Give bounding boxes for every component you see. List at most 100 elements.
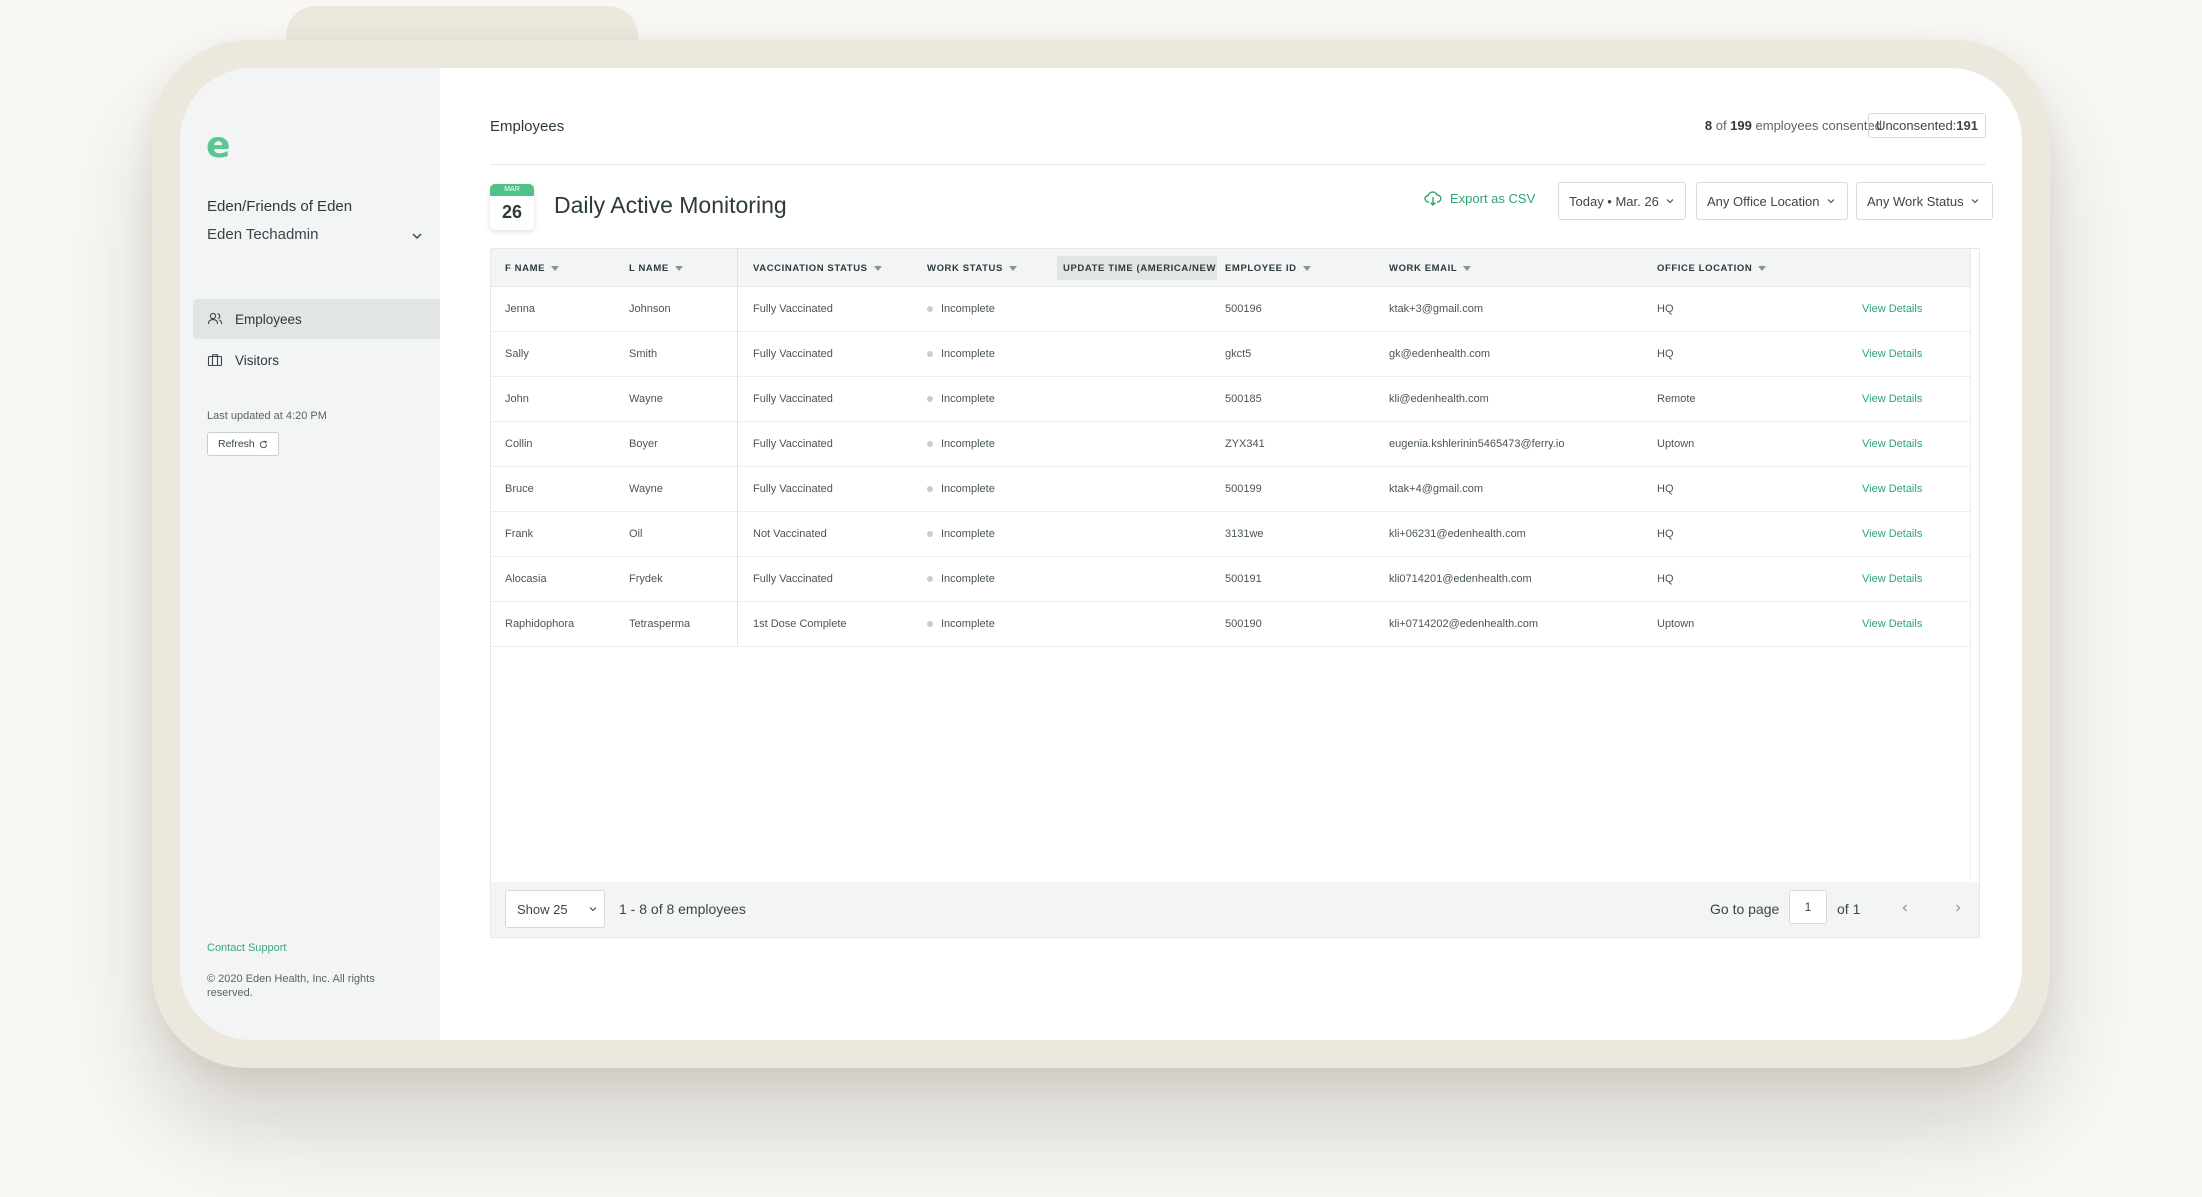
table-row[interactable]: Sally Smith Fully Vaccinated Incomplete gkct… [491, 332, 1971, 377]
status-dot-icon [927, 396, 933, 402]
table-row[interactable]: Frank Oil Not Vaccinated Incomplete 3131we kl… [491, 512, 1971, 557]
work-status-dropdown[interactable]: Any Work Status [1856, 182, 1993, 220]
cell-last-name-text: Smith [629, 348, 658, 360]
column-header-vaccination-status[interactable]: Vaccination Status [753, 249, 882, 287]
cell-employee-id: gkct5 [1225, 332, 1251, 376]
column-header-first-name[interactable]: F Name [505, 249, 560, 287]
cell-vaccination-status: Fully Vaccinated [753, 332, 833, 376]
cell-first-name: Jenna [505, 287, 535, 331]
cell-employee-id: 500199 [1225, 467, 1262, 511]
view-details-link[interactable]: View Details [1862, 332, 1922, 376]
table-row[interactable]: Raphidophora Tetrasperma 1st Dose Complete… [491, 602, 1971, 647]
table-row[interactable]: Bruce Wayne Fully Vaccinated Incomplete 5001… [491, 467, 1971, 512]
briefcase-icon [207, 354, 223, 367]
export-label: Export as CSV [1450, 190, 1536, 206]
cell-work-email-text: kli0714201@edenhealth.com [1389, 573, 1532, 585]
view-details-link[interactable]: View Details [1862, 377, 1922, 421]
cell-work-status: Incomplete [927, 467, 995, 511]
cell-office-location-text: Uptown [1657, 438, 1695, 450]
unconsented-label: Unconsented: [1876, 118, 1957, 133]
view-details-link[interactable]: View Details [1862, 512, 1922, 556]
cell-work-email-text: kli@edenhealth.com [1389, 393, 1489, 405]
cell-work-status-text: Incomplete [941, 573, 995, 585]
eden-logo[interactable]: e [206, 128, 230, 164]
cell-office-location: Remote [1657, 377, 1696, 421]
office-location-value: Any Office Location [1707, 193, 1820, 209]
cell-work-status: Incomplete [927, 377, 995, 421]
view-details-link[interactable]: View Details [1862, 557, 1922, 601]
cell-work-email: kli+06231@edenhealth.com [1389, 512, 1526, 556]
cell-office-location: Uptown [1657, 422, 1694, 466]
cell-last-name-text: Frydek [629, 573, 663, 585]
consented-suffix: employees consented [1755, 118, 1882, 133]
table-row[interactable]: John Wayne Fully Vaccinated Incomplete 50018… [491, 377, 1971, 422]
copyright-text: © 2020 Eden Health, Inc. All rights rese… [207, 973, 375, 999]
cell-office-location: HQ [1657, 512, 1674, 556]
cell-employee-id: 500191 [1225, 557, 1262, 601]
table-row[interactable]: Collin Boyer Fully Vaccinated Incomplete ZYX… [491, 422, 1971, 467]
view-details-link-text: View Details [1862, 573, 1923, 585]
sort-caret-icon [873, 265, 882, 271]
page-size-select[interactable]: Show 25 [505, 890, 605, 928]
cell-work-email: ktak+3@gmail.com [1389, 287, 1483, 331]
cell-last-name: Wayne [629, 467, 663, 511]
cell-work-status: Incomplete [927, 422, 995, 466]
results-range: 1 - 8 of 8 employees [619, 901, 746, 917]
next-page-button[interactable] [1948, 898, 1968, 918]
contact-support-link[interactable]: Contact Support [207, 942, 287, 954]
column-header-office-location[interactable]: Office Location [1657, 249, 1767, 287]
cell-work-email-text: gk@edenhealth.com [1389, 348, 1491, 360]
cell-last-name-text: Boyer [629, 438, 658, 450]
sidebar-item-visitors[interactable]: Visitors [193, 340, 440, 380]
cell-first-name-text: John [505, 393, 529, 405]
cell-vaccination-status: Fully Vaccinated [753, 377, 833, 421]
previous-page-button[interactable] [1895, 898, 1915, 918]
cell-vaccination-status-text: Not Vaccinated [753, 528, 827, 540]
view-details-link[interactable]: View Details [1862, 602, 1922, 646]
unconsented-value: 191 [1956, 118, 1978, 133]
cell-first-name-text: Sally [505, 348, 529, 360]
cell-first-name-text: Bruce [505, 483, 534, 495]
calendar-day: 26 [501, 202, 523, 222]
chevron-down-icon [1971, 199, 1978, 204]
cell-work-status-text: Incomplete [941, 618, 995, 630]
page-number-input[interactable] [1789, 890, 1827, 924]
section-title: Daily Active Monitoring [554, 192, 787, 218]
cell-first-name: Sally [505, 332, 529, 376]
cell-work-email-text: kli+0714202@edenhealth.com [1389, 618, 1539, 630]
chevron-right-icon [1956, 904, 1961, 912]
go-to-page-label: Go to page [1710, 901, 1780, 917]
cell-office-location-text: Uptown [1657, 618, 1695, 630]
cell-first-name-text: Alocasia [505, 573, 547, 585]
cell-vaccination-status: Fully Vaccinated [753, 422, 833, 466]
date-filter-dropdown[interactable]: Today • Mar. 26 [1558, 182, 1686, 220]
column-header-last-name[interactable]: L Name [629, 249, 683, 287]
cell-office-location-text: Remote [1657, 393, 1696, 405]
cell-work-email-text: eugenia.kshlerinin5465473@ferry.io [1389, 438, 1565, 450]
table-row[interactable]: Jenna Johnson Fully Vaccinated Incomplete 50… [491, 287, 1971, 332]
cell-office-location-text: HQ [1657, 303, 1674, 315]
sidebar-item-label: Visitors [235, 352, 280, 368]
cell-last-name: Smith [629, 332, 657, 376]
view-details-link[interactable]: View Details [1862, 287, 1922, 331]
cell-last-name-text: Wayne [629, 393, 663, 405]
view-details-link-text: View Details [1862, 438, 1923, 450]
view-details-link[interactable]: View Details [1862, 422, 1922, 466]
cell-last-name: Boyer [629, 422, 658, 466]
column-header-work-email[interactable]: Work Email [1389, 249, 1472, 287]
table-row[interactable]: Alocasia Frydek Fully Vaccinated Incomplete… [491, 557, 1971, 602]
refresh-button[interactable]: Refresh [207, 432, 279, 456]
sidebar-item-employees[interactable]: Employees [193, 299, 440, 339]
cell-work-email-text: kli+06231@edenhealth.com [1389, 528, 1526, 540]
unconsented-badge[interactable]: Unconsented: 191 [1868, 113, 1986, 138]
export-csv-button[interactable]: Export as CSV [1424, 190, 1535, 206]
cell-vaccination-status-text: Fully Vaccinated [753, 483, 833, 495]
cell-vaccination-status: Fully Vaccinated [753, 287, 833, 331]
cell-employee-id-text: gkct5 [1225, 348, 1252, 360]
column-header-employee-id[interactable]: Employee ID [1225, 249, 1311, 287]
column-header-work-status[interactable]: Work Status [927, 249, 1017, 287]
column-header-update-time[interactable]: Update Time (America/New [1057, 256, 1217, 280]
view-details-link[interactable]: View Details [1862, 467, 1922, 511]
user-switcher[interactable]: Eden Techadmin [207, 226, 425, 246]
office-location-dropdown[interactable]: Any Office Location [1696, 182, 1848, 220]
